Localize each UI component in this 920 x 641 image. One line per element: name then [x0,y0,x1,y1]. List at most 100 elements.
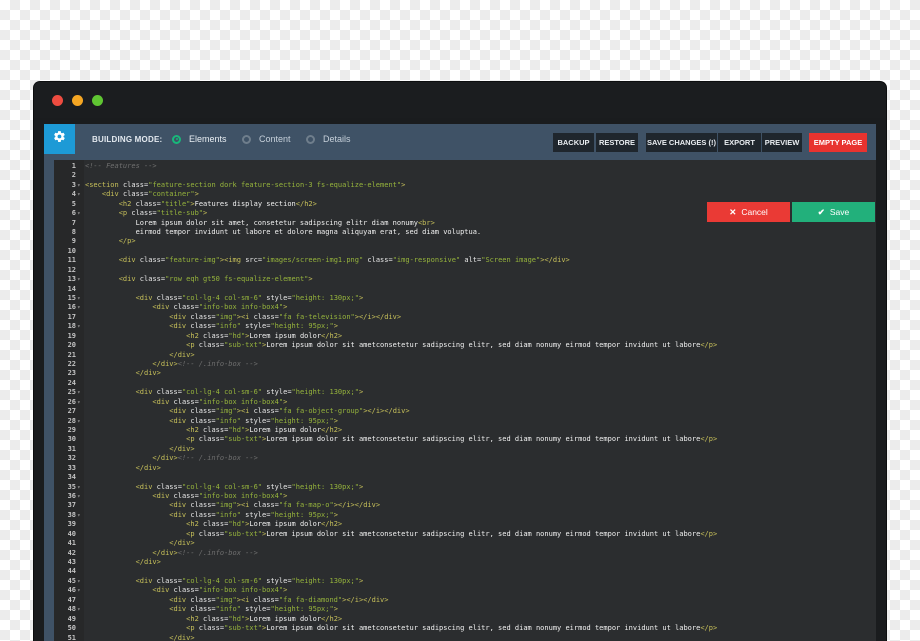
line-number: 42 [67,548,76,557]
code-token: <h2 [85,426,204,435]
code-token: "feature-section dork feature-section-3 … [148,180,402,189]
close-window-button[interactable] [52,95,63,106]
line-number: 4 [71,190,76,199]
code-text: <div class="info-box info-box4"> [85,398,287,407]
fold-arrow-icon[interactable]: ▾ [77,275,81,284]
code-token: > [333,322,338,331]
code-token: <div [85,482,157,491]
fold-arrow-icon[interactable]: ▾ [77,586,81,595]
line-number: 47 [67,595,76,604]
code-line: 13 ▾ <div class="row eqh gt50 fs-equalize… [54,275,876,284]
mode-elements-radio[interactable]: Elements [172,134,227,144]
code-line: 12 [54,266,876,275]
line-number: 45 [67,576,76,585]
code-token: > [194,190,199,199]
line-number: 35 [67,482,76,491]
preview-button[interactable]: PREVIEW [762,133,802,152]
code-line: 19 <h2 class="hd">Lorem ipsum dolor</h2> [54,332,876,341]
line-number: 33 [67,463,76,472]
code-token: > [283,586,288,595]
code-token: > [358,294,364,303]
mode-details-label: Details [323,134,351,144]
save-changes-button[interactable]: SAVE CHANGES (!) [646,133,717,152]
line-number: 5 [71,199,76,208]
mode-details-radio[interactable]: Details [306,134,351,144]
fold-arrow-icon[interactable]: ▾ [77,483,81,492]
export-button[interactable]: EXPORT [718,133,761,152]
code-token: "height: 130px;" [291,576,359,585]
maximize-window-button[interactable] [92,95,103,106]
code-token: class= [203,426,229,435]
code-line: 43 </div> [54,558,876,567]
code-token: "sub-txt" [224,624,263,633]
code-token: "container" [148,190,195,199]
code-token: </div> [85,558,161,567]
check-icon: ✔ [817,207,825,217]
code-token: class= [198,529,225,538]
code-text: <div class="col-lg-4 col-sm-6" style="he… [85,482,364,492]
code-token: eirmod tempor invidunt ut labore et dolo… [85,228,482,236]
fold-arrow-icon[interactable]: ▾ [77,209,81,218]
fold-arrow-icon[interactable]: ▾ [77,322,81,331]
settings-button[interactable] [44,124,75,154]
fold-arrow-icon[interactable]: ▾ [77,492,81,501]
line-number: 39 [67,520,76,529]
code-text: <div class="info-box info-box4"> [85,303,287,312]
code-token: <div [85,492,174,501]
fold-arrow-icon[interactable]: ▾ [77,511,81,520]
code-token: <br> [417,218,435,227]
fold-arrow-icon[interactable]: ▾ [77,398,81,407]
code-token: style= [262,576,292,585]
code-text: <p class="sub-txt">Lorem ipsum dolor sit… [85,624,717,633]
code-line: 37 <div class="img"><i class="fa fa-map-… [54,501,876,510]
code-editor[interactable]: 1 <!-- Features --> 2 3 ▾ <section class="fea… [54,160,876,641]
backup-button[interactable]: BACKUP [553,133,594,152]
toolbar: BUILDING MODE: Elements Content Details … [44,124,876,160]
code-line: 9 </p> [54,237,876,246]
line-number: 16 [67,303,76,312]
code-line: 34 [54,473,876,482]
restore-button[interactable]: RESTORE [596,133,638,152]
fold-arrow-icon[interactable]: ▾ [77,190,81,199]
code-line: 31 </div> [54,445,876,454]
code-text: <div class="info" style="height: 95px;"> [85,417,338,426]
minimize-window-button[interactable] [72,95,83,106]
line-number: 7 [71,218,76,227]
code-token: "info-box info-box4" [198,586,284,595]
code-line: 10 [54,247,876,256]
code-token: "info" [215,416,241,425]
code-token: Lorem ipsum dolor sit ametconsetetur sad… [266,529,701,538]
code-token: </p> [700,529,718,538]
code-token: style= [240,322,271,331]
code-token: > [358,576,364,585]
code-text: </div> [85,539,194,548]
code-token: Features display section [194,199,296,208]
fold-arrow-icon[interactable]: ▾ [77,417,81,426]
code-line: 25 ▾ <div class="col-lg-4 col-sm-6" style… [54,388,876,397]
code-token: </h2> [321,614,343,623]
fold-arrow-icon[interactable]: ▾ [77,388,81,397]
code-token: style= [262,294,292,303]
code-token: ></i></div> [342,595,389,604]
save-button[interactable]: ✔ Save [792,202,875,222]
code-token: class= [156,482,182,491]
code-text: <p class="sub-txt">Lorem ipsum dolor sit… [85,341,717,350]
line-number: 11 [67,256,76,265]
code-token: "info" [215,510,241,519]
code-line: 40 <p class="sub-txt">Lorem ipsum dolor … [54,530,876,539]
cancel-button[interactable]: ✕ Cancel [707,202,790,222]
code-token: > [283,492,288,501]
fold-arrow-icon[interactable]: ▾ [77,303,81,312]
code-token: class= [203,520,229,529]
code-token: > [283,303,288,312]
fold-arrow-icon[interactable]: ▾ [77,181,81,190]
code-token: </p> [700,341,718,350]
mode-content-radio[interactable]: Content [242,134,291,144]
fold-arrow-icon[interactable]: ▾ [77,577,81,586]
fold-arrow-icon[interactable]: ▾ [77,605,81,614]
code-text: <div class="img"><i class="fa fa-map-o">… [85,501,380,510]
code-text: </div> [85,634,194,641]
fold-arrow-icon[interactable]: ▾ [77,294,81,303]
empty-page-button[interactable]: EMPTY PAGE [809,133,867,152]
code-line: 17 <div class="img"><i class="fa fa-tele… [54,313,876,322]
